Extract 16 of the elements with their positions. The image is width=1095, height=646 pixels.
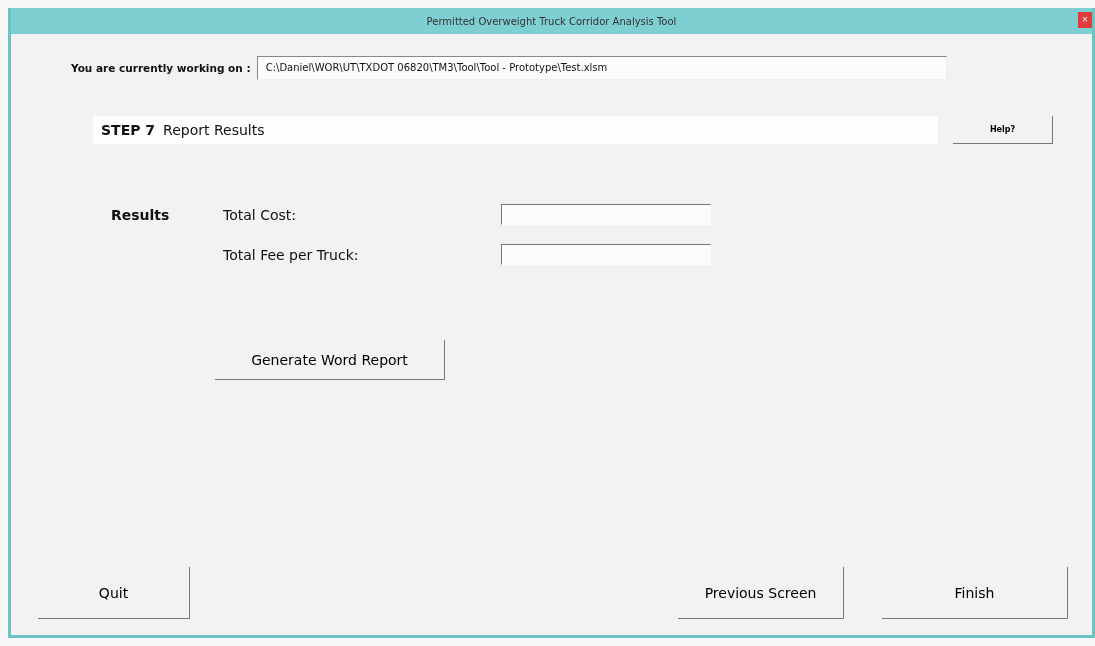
finish-button[interactable]: Finish xyxy=(882,567,1068,619)
previous-screen-button[interactable]: Previous Screen xyxy=(678,567,844,619)
results-heading: Results xyxy=(111,206,171,223)
result-field[interactable] xyxy=(501,204,711,225)
step-title: Report Results xyxy=(163,122,265,138)
generate-report-button[interactable]: Generate Word Report xyxy=(215,340,445,380)
step-number: STEP 7 xyxy=(101,122,156,138)
help-button[interactable]: Help? xyxy=(953,116,1053,144)
quit-button[interactable]: Quit xyxy=(38,567,190,619)
window-title: Permitted Overweight Truck Corridor Analysis Tool xyxy=(426,15,677,27)
file-label: You are currently working on : xyxy=(71,62,251,74)
field-label: Total Cost: xyxy=(223,206,297,223)
close-button[interactable]: × xyxy=(1078,12,1092,28)
field-label: Total Fee per Truck: xyxy=(223,246,360,263)
result-field[interactable] xyxy=(501,244,711,265)
file-path-field[interactable]: C:\Daniel\WOR\UT\TXDOT 06820\TM3\Tool\Tool - Prototype\Test.xlsm xyxy=(256,56,947,80)
